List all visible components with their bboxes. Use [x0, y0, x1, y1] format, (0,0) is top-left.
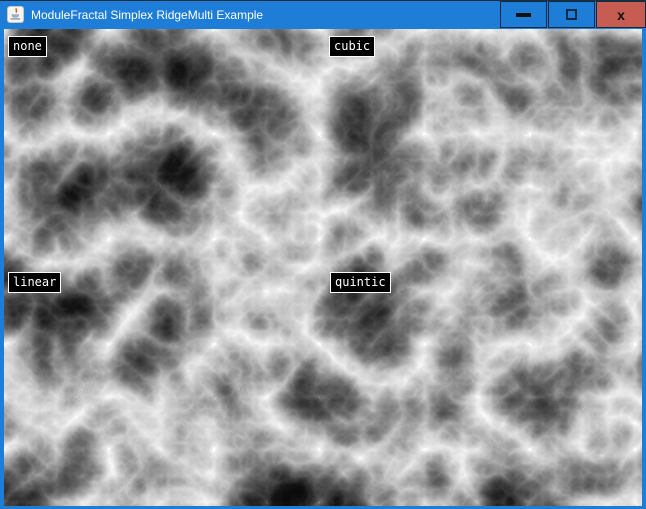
- maximize-icon: [566, 9, 577, 20]
- minimize-icon: [516, 13, 531, 17]
- quadrant-label-none: none: [8, 36, 47, 57]
- close-icon: x: [617, 8, 625, 22]
- quadrant-label-quintic: quintic: [330, 272, 391, 293]
- window-controls: x: [500, 1, 646, 28]
- close-button[interactable]: x: [596, 1, 646, 28]
- minimize-button[interactable]: [500, 1, 547, 28]
- java-coffee-cup-icon: [7, 6, 24, 23]
- window-title: ModuleFractal Simplex RidgeMulti Example: [31, 8, 500, 22]
- quadrant-label-linear: linear: [8, 272, 61, 293]
- quadrant-label-cubic: cubic: [329, 36, 375, 57]
- maximize-button[interactable]: [548, 1, 595, 28]
- app-window: ModuleFractal Simplex RidgeMulti Example…: [0, 0, 646, 509]
- noise-canvas: none cubic linear quintic: [4, 29, 642, 506]
- ridged-noise-image: [4, 29, 642, 506]
- titlebar: ModuleFractal Simplex RidgeMulti Example…: [0, 1, 646, 28]
